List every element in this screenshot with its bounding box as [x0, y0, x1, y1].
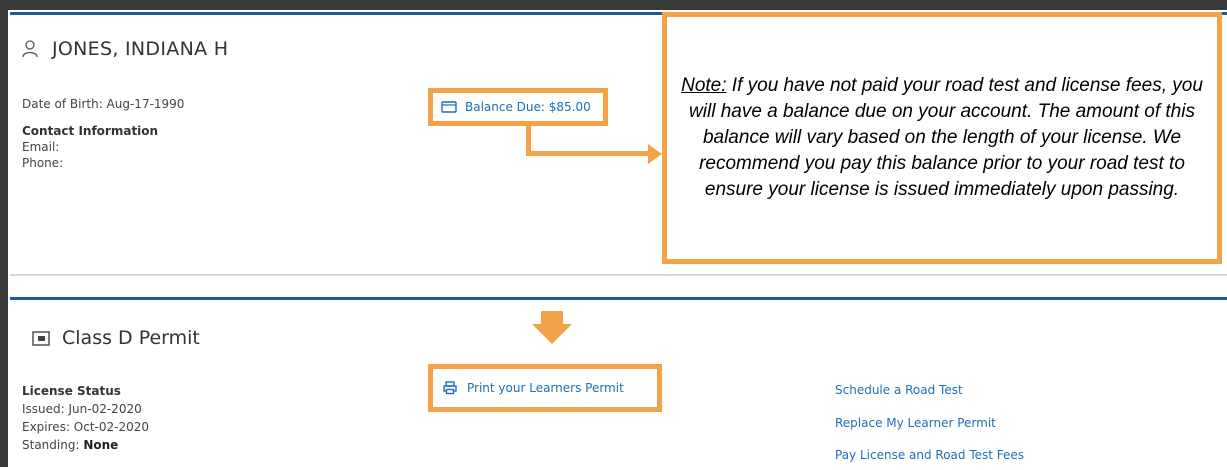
replace-permit-link[interactable]: Replace My Learner Permit — [835, 416, 996, 430]
print-permit-label: Print your Learners Permit — [467, 381, 624, 395]
standing-row: Standing: None — [22, 438, 118, 452]
person-icon — [22, 40, 38, 58]
expires-date: Expires: Oct-02-2020 — [22, 420, 150, 434]
customer-name-row: JONES, INDIANA H — [20, 38, 228, 60]
permit-title-row: Class D Permit — [32, 327, 200, 349]
standing-value: None — [83, 438, 119, 452]
note-label: Note: — [681, 75, 727, 96]
id-card-icon — [32, 330, 50, 346]
schedule-road-test-link[interactable]: Schedule a Road Test — [835, 383, 963, 397]
customer-name: JONES, INDIANA H — [52, 38, 229, 60]
balance-due-link[interactable]: Balance Due: $85.00 — [428, 88, 608, 126]
print-permit-link[interactable]: Print your Learners Permit — [428, 364, 662, 412]
date-of-birth: Date of Birth: Aug-17-1990 — [22, 97, 185, 111]
arrow-down-icon — [532, 324, 572, 344]
standing-label: Standing: — [22, 438, 84, 452]
license-status-heading: License Status — [22, 384, 121, 398]
pay-fees-link[interactable]: Pay License and Road Test Fees — [835, 448, 1024, 462]
callout-connector-horizontal — [526, 151, 650, 156]
card-icon — [441, 101, 457, 113]
phone-label: Phone: — [22, 156, 64, 170]
callout-arrow-stem — [541, 311, 563, 325]
note-text: Note: If you have not paid your road tes… — [677, 73, 1207, 203]
issued-date: Issued: Jun-02-2020 — [22, 402, 142, 416]
window-frame-left — [0, 0, 8, 467]
section-divider — [10, 274, 1227, 276]
permit-title: Class D Permit — [62, 327, 200, 349]
note-callout: Note: If you have not paid your road tes… — [662, 12, 1222, 264]
arrow-right-icon — [648, 144, 662, 164]
balance-due-label: Balance Due: $85.00 — [465, 100, 591, 114]
contact-info-heading: Contact Information — [22, 124, 159, 138]
note-body: If you have not paid your road test and … — [689, 75, 1203, 200]
printer-icon — [443, 381, 457, 395]
window-frame-top — [0, 0, 1227, 10]
email-label: Email: — [22, 140, 60, 154]
